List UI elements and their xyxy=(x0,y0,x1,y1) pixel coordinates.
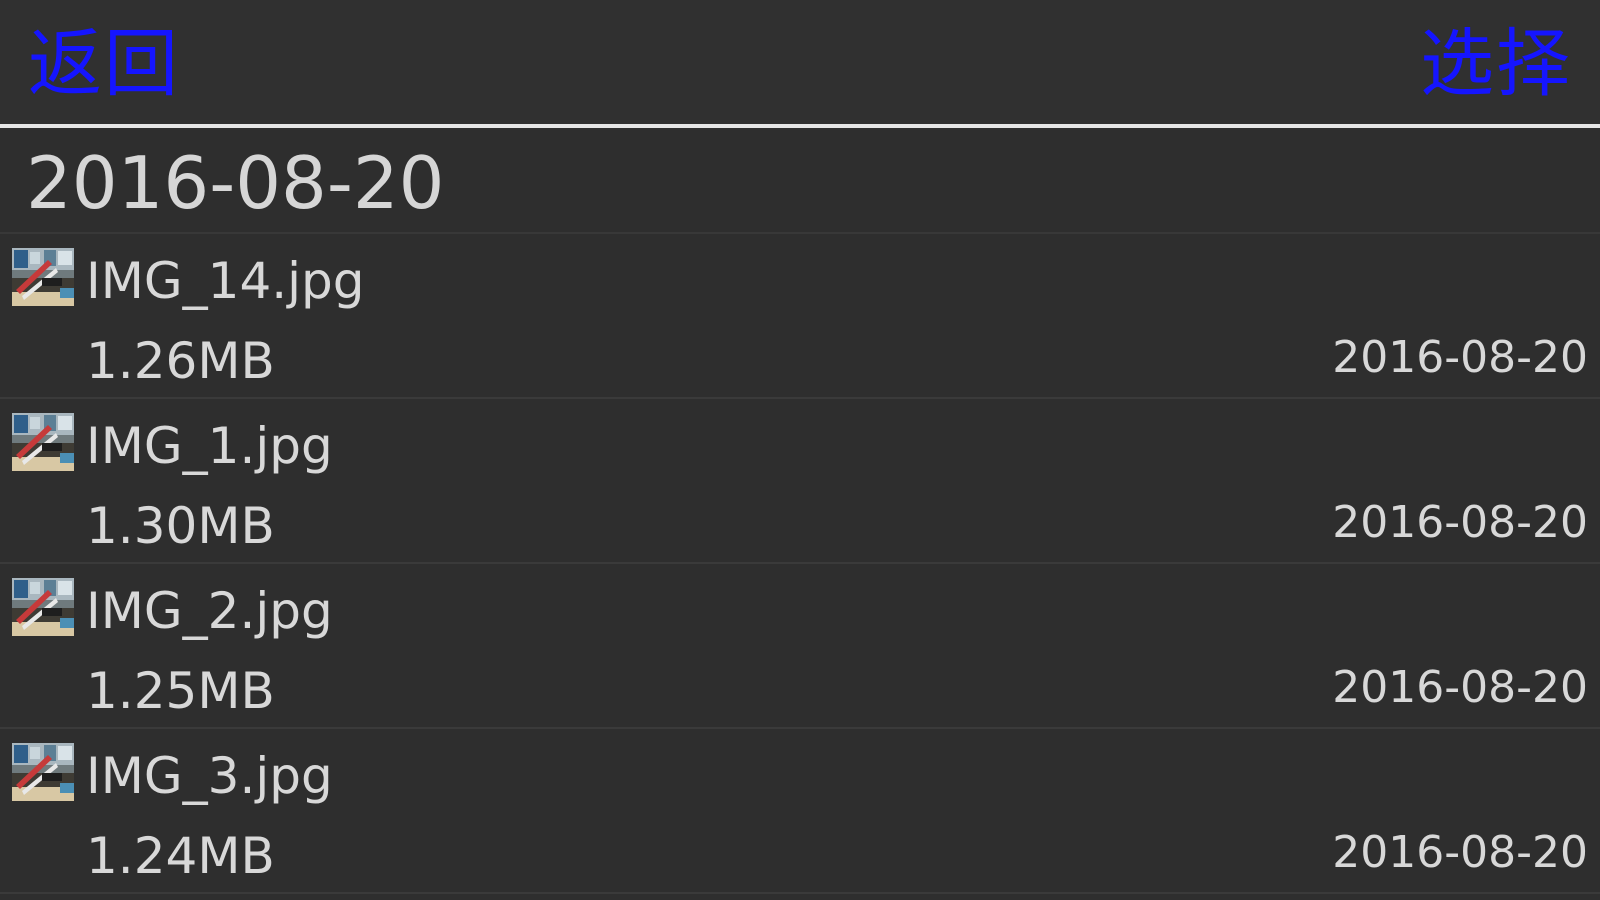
file-list-item[interactable]: IMG_1.jpg 1.30MB 2016-08-20 xyxy=(0,399,1600,564)
select-button[interactable]: 选择 xyxy=(1420,18,1572,110)
image-thumbnail-icon xyxy=(12,413,74,471)
file-list: IMG_14.jpg 1.26MB 2016-08-20 IMG_1.jpg 1… xyxy=(0,234,1600,894)
image-thumbnail-icon xyxy=(12,248,74,306)
file-date: 2016-08-20 xyxy=(1332,497,1588,548)
file-list-item[interactable]: IMG_14.jpg 1.26MB 2016-08-20 xyxy=(0,234,1600,399)
file-size: 1.25MB xyxy=(86,662,275,720)
date-group-header: 2016-08-20 xyxy=(0,128,1600,234)
image-thumbnail-icon xyxy=(12,578,74,636)
file-size: 1.30MB xyxy=(86,497,275,555)
file-list-item[interactable]: IMG_2.jpg 1.25MB 2016-08-20 xyxy=(0,564,1600,729)
file-name: IMG_2.jpg xyxy=(86,582,333,640)
file-size: 1.26MB xyxy=(86,332,275,390)
file-date: 2016-08-20 xyxy=(1332,332,1588,383)
date-group-label: 2016-08-20 xyxy=(26,141,445,225)
file-name: IMG_1.jpg xyxy=(86,417,333,475)
image-thumbnail-icon xyxy=(12,743,74,801)
file-picker-screen: 返回 选择 2016-08-20 IMG_14.jpg 1.26MB 2016-… xyxy=(0,0,1600,900)
file-date: 2016-08-20 xyxy=(1332,662,1588,713)
file-name: IMG_3.jpg xyxy=(86,747,333,805)
back-button[interactable]: 返回 xyxy=(28,18,180,110)
file-name: IMG_14.jpg xyxy=(86,252,365,310)
top-bar: 返回 选择 xyxy=(0,0,1600,124)
file-size: 1.24MB xyxy=(86,827,275,885)
file-date: 2016-08-20 xyxy=(1332,827,1588,878)
file-list-item[interactable]: IMG_3.jpg 1.24MB 2016-08-20 xyxy=(0,729,1600,894)
